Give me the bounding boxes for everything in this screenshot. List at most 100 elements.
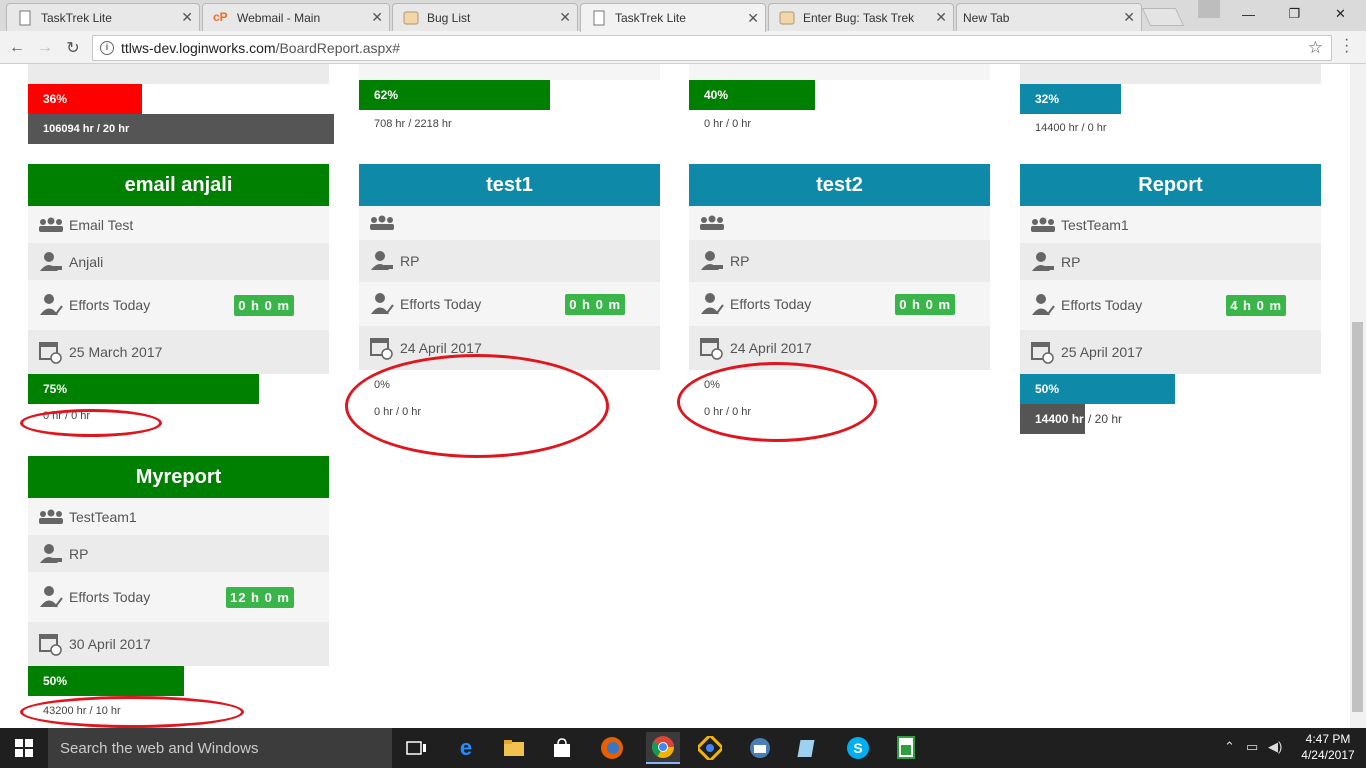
minimize-icon[interactable]: —: [1226, 0, 1271, 28]
notes-app-icon[interactable]: [794, 734, 822, 762]
partial-card-4: 32% 14400 hr / 0 hr: [1020, 64, 1321, 142]
scrollbar-thumb[interactable]: [1352, 322, 1363, 712]
user-row: RP: [28, 535, 329, 572]
team-icon: [699, 212, 725, 234]
url-host: ttlws-dev.loginworks.com: [121, 40, 276, 56]
progress-percent: 50%: [43, 674, 68, 688]
tab-tasktrek-lite-active[interactable]: TaskTrek Lite ✕: [580, 3, 766, 32]
close-icon[interactable]: ✕: [935, 9, 947, 26]
user-icon: [1030, 251, 1056, 273]
user-icon: [699, 250, 725, 272]
firefox-icon[interactable]: [598, 734, 626, 762]
efforts-label: Efforts Today: [400, 296, 482, 312]
reload-icon[interactable]: ↻: [62, 37, 84, 59]
team-row: [689, 206, 990, 240]
team-row: Email Test: [28, 206, 329, 243]
back-arrow-icon[interactable]: ←: [6, 37, 28, 59]
close-icon[interactable]: ✕: [559, 9, 571, 26]
user-check-icon: [699, 293, 725, 315]
card-title[interactable]: Report: [1020, 164, 1321, 206]
app-colorful-icon[interactable]: [696, 734, 724, 762]
taskbar-search-input[interactable]: Search the web and Windows: [48, 728, 392, 768]
annotation-ellipse: [677, 362, 877, 442]
annotation-ellipse: [20, 696, 244, 728]
tab-label: Enter Bug: Task Trek: [803, 10, 915, 25]
due-date: 24 April 2017: [730, 340, 812, 356]
user-name: Anjali: [69, 253, 104, 270]
progress-bar: 75%: [28, 374, 259, 404]
profile-icon[interactable]: [1198, 0, 1220, 18]
card-title[interactable]: Myreport: [28, 456, 329, 498]
close-icon[interactable]: ✕: [181, 9, 193, 26]
edge-icon[interactable]: e: [452, 734, 480, 762]
volume-icon[interactable]: ◀): [1268, 739, 1282, 755]
tab-new-tab[interactable]: New Tab ✕: [956, 3, 1142, 31]
user-name: RP: [730, 253, 750, 269]
card-row: [689, 64, 990, 80]
tab-tasktrek-lite[interactable]: TaskTrek Lite ✕: [6, 3, 200, 31]
user-icon: [38, 543, 64, 565]
close-icon[interactable]: ✕: [1123, 9, 1135, 26]
team-row: [359, 206, 660, 240]
page-icon: [17, 10, 33, 26]
hours-summary: 0 hr / 0 hr: [704, 118, 752, 130]
forward-arrow-icon[interactable]: →: [34, 37, 56, 59]
system-clock[interactable]: 4:47 PM 4/24/2017: [1296, 731, 1360, 763]
file-explorer-icon[interactable]: [500, 734, 528, 762]
tab-webmail[interactable]: cP Webmail - Main ✕: [202, 3, 390, 31]
project-card: Report TestTeam1 RP Efforts Today 4 h 0 …: [1020, 164, 1321, 434]
user-check-icon: [1030, 294, 1056, 316]
bookmark-star-icon[interactable]: ☆: [1308, 38, 1323, 58]
new-tab-button[interactable]: [1141, 8, 1185, 26]
thunderbird-icon[interactable]: [746, 734, 774, 762]
bug-icon: [779, 10, 795, 26]
progress-bar: 40%: [689, 80, 815, 110]
svg-text:S: S: [853, 740, 862, 756]
user-icon: [369, 250, 395, 272]
menu-dots-icon[interactable]: · · ·: [1344, 32, 1349, 60]
efforts-badge: 0 h 0 m: [895, 293, 955, 315]
browser-toolbar: ← → ↻ i ttlws-dev.loginworks.com/BoardRe…: [0, 31, 1366, 64]
close-icon[interactable]: ✕: [747, 10, 759, 27]
task-view-icon[interactable]: [402, 734, 430, 762]
partial-card-1: 36% 106094 hr / 20 hr: [28, 64, 334, 144]
date-row: 25 March 2017: [28, 330, 329, 374]
url-path: /BoardReport.aspx#: [275, 40, 401, 56]
windows-start-icon[interactable]: [0, 728, 48, 768]
chrome-icon[interactable]: [646, 732, 680, 764]
address-bar[interactable]: i ttlws-dev.loginworks.com/BoardReport.a…: [92, 35, 1332, 61]
card-title[interactable]: email anjali: [28, 164, 329, 206]
partial-card-2: 62% 708 hr / 2218 hr: [359, 64, 660, 138]
due-date: 25 March 2017: [69, 344, 163, 360]
tab-bug-list[interactable]: Bug List ✕: [392, 3, 578, 31]
close-icon[interactable]: ✕: [371, 9, 383, 26]
tab-label: New Tab: [963, 10, 1010, 25]
progress-bar: 32%: [1020, 84, 1121, 114]
team-icon: [1030, 214, 1056, 236]
clock-time: 4:47 PM: [1305, 732, 1351, 746]
team-row: TestTeam1: [28, 498, 329, 535]
close-window-icon[interactable]: ✕: [1318, 0, 1363, 28]
info-icon[interactable]: i: [100, 41, 114, 55]
card-title[interactable]: test2: [689, 164, 990, 206]
user-icon: [38, 251, 64, 273]
skype-icon[interactable]: S: [844, 734, 872, 762]
calendar-clock-icon: [38, 341, 64, 364]
tab-enter-bug[interactable]: Enter Bug: Task Trek ✕: [768, 3, 954, 31]
card-row: [1020, 64, 1321, 84]
user-row: RP: [689, 240, 990, 282]
spreadsheet-icon[interactable]: [892, 734, 920, 762]
chevron-up-icon[interactable]: ⌃: [1224, 739, 1235, 755]
hours-summary: 106094 hr / 20 hr: [28, 114, 334, 144]
store-icon[interactable]: [548, 734, 576, 762]
date-row: 30 April 2017: [28, 622, 329, 666]
network-icon[interactable]: ▭: [1246, 739, 1258, 755]
card-row: [28, 64, 329, 84]
progress-percent: 32%: [1035, 92, 1060, 106]
restore-icon[interactable]: ❐: [1272, 0, 1317, 28]
progress-percent: 36%: [43, 92, 68, 106]
project-card: Myreport TestTeam1 RP Efforts Today 12 h…: [28, 456, 329, 726]
card-title[interactable]: test1: [359, 164, 660, 206]
hours-spent: 14400 hr: [1020, 404, 1085, 434]
team-icon: [369, 212, 395, 234]
